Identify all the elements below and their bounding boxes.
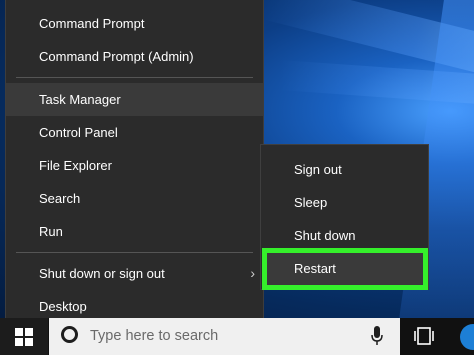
submenu-item-sleep[interactable]: Sleep	[261, 186, 428, 219]
menu-separator	[16, 77, 253, 78]
submenu-item-label: Restart	[294, 261, 336, 276]
menu-item-label: Command Prompt	[39, 16, 145, 31]
menu-item-command-prompt[interactable]: Command Prompt	[6, 7, 263, 40]
search-placeholder: Type here to search	[90, 328, 219, 344]
menu-item-label: Search	[39, 191, 81, 206]
menu-item-label: Control Panel	[39, 125, 118, 140]
task-view-icon[interactable]	[414, 327, 434, 345]
menu-item-label: Desktop	[39, 299, 87, 314]
cortana-icon	[61, 326, 78, 343]
power-user-menu: Command Prompt Command Prompt (Admin) Ta…	[5, 0, 264, 327]
menu-item-label: Shut down or sign out	[39, 266, 165, 281]
microphone-icon[interactable]	[371, 326, 383, 346]
menu-item-label: File Explorer	[39, 158, 112, 173]
menu-item-command-prompt-admin[interactable]: Command Prompt (Admin)	[6, 40, 263, 73]
menu-item-label: Run	[39, 224, 63, 239]
menu-item-task-manager[interactable]: Task Manager	[6, 83, 263, 116]
taskbar-search-box[interactable]: Type here to search	[49, 318, 400, 355]
taskbar: Type here to search	[0, 318, 474, 355]
menu-item-label: Task Manager	[39, 92, 121, 107]
submenu-item-restart[interactable]: Restart	[267, 253, 423, 285]
submenu-item-label: Sign out	[294, 162, 342, 177]
menu-item-shut-down-or-sign-out[interactable]: Shut down or sign out ›	[6, 257, 263, 290]
submenu-item-label: Shut down	[294, 228, 356, 243]
submenu-item-sign-out[interactable]: Sign out	[261, 153, 428, 186]
start-button[interactable]	[0, 318, 48, 355]
chevron-right-icon: ›	[250, 265, 255, 281]
menu-separator	[16, 252, 253, 253]
menu-item-label: Command Prompt (Admin)	[39, 49, 194, 64]
submenu-item-label: Sleep	[294, 195, 328, 210]
menu-item-search[interactable]: Search	[6, 182, 263, 215]
menu-item-run[interactable]: Run	[6, 215, 263, 248]
edge-icon[interactable]	[460, 324, 474, 350]
menu-item-file-explorer[interactable]: File Explorer	[6, 149, 263, 182]
windows-start-icon	[15, 328, 33, 346]
menu-item-control-panel[interactable]: Control Panel	[6, 116, 263, 149]
